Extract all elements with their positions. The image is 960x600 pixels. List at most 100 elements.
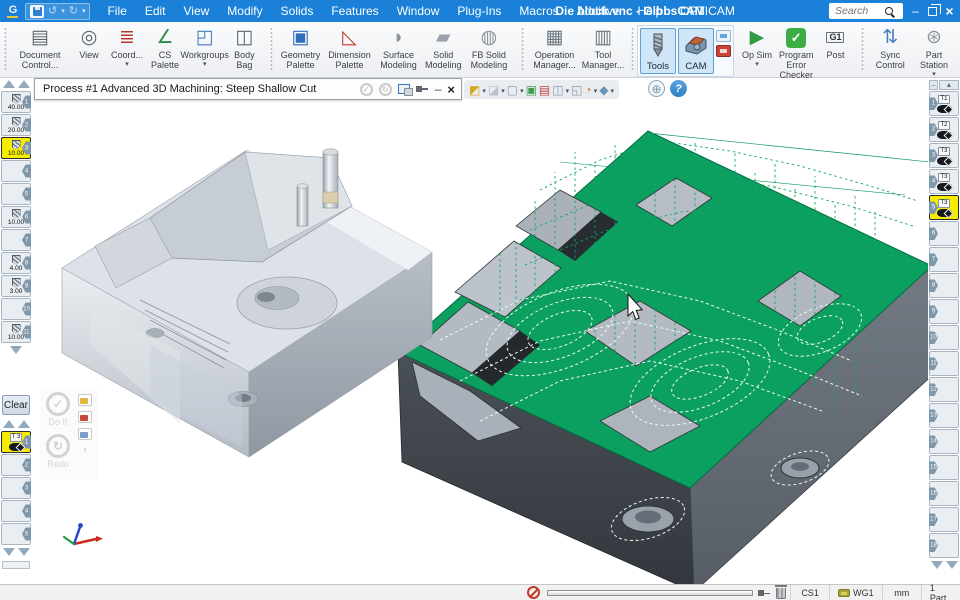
tool-tile-8[interactable]: 4.008 (1, 252, 31, 274)
color-cube-icon[interactable]: ▣ (526, 84, 537, 96)
menu-opticam[interactable]: OPTICAM (671, 0, 744, 22)
copy-red-icon[interactable] (78, 411, 92, 423)
menu-solids[interactable]: Solids (272, 0, 323, 22)
op-list-scroll-up[interactable] (0, 418, 32, 431)
view-button[interactable]: ◎View (70, 24, 108, 60)
operation-tile-4[interactable]: 4 (1, 500, 31, 522)
tool-tile-4[interactable]: 4 (1, 160, 31, 182)
tool-tile-6[interactable]: 10.006 (1, 206, 31, 228)
operation-tile-6[interactable]: 6 (929, 221, 959, 246)
split-view-icon[interactable]: ◫ (552, 84, 563, 96)
status-field-mm[interactable]: mm (882, 585, 921, 600)
operation-tile-13[interactable]: 13 (929, 403, 959, 428)
menu-plug-ins[interactable]: Plug-Ins (448, 0, 510, 22)
collapse-icon[interactable]: – (929, 80, 938, 90)
tool-list-scroll-down[interactable] (0, 344, 32, 357)
mini-scrollbar[interactable] (2, 561, 30, 569)
chevron-down-icon[interactable]: ▾ (482, 87, 486, 95)
search-box[interactable] (829, 3, 903, 19)
operation-tile-7[interactable]: 7 (929, 247, 959, 272)
body-bag-button[interactable]: ◫Body Bag (225, 24, 263, 70)
tool-list-scroll-up[interactable] (0, 78, 32, 91)
op-rail-scroll-down[interactable] (928, 559, 960, 572)
menu-file[interactable]: File (98, 0, 135, 22)
tool-tile-11[interactable]: 10.0011 (1, 321, 31, 343)
status-field-wg1[interactable]: WG1 (829, 585, 882, 600)
menu-features[interactable]: Features (322, 0, 387, 22)
geometry-palette-button[interactable]: ▣Geometry Palette (276, 24, 324, 70)
tool-manager-button[interactable]: ▥Tool Manager... (582, 24, 624, 70)
window-mode-icon[interactable] (398, 84, 410, 94)
close-button[interactable]: × (941, 0, 958, 22)
operation-tile-3[interactable]: T33 (929, 143, 959, 168)
status-field-1-part[interactable]: 1 Part (921, 585, 960, 600)
tool-tile-3[interactable]: 10.003 (1, 137, 31, 159)
operation-tile-15[interactable]: 15 (929, 455, 959, 480)
window-layout-icon[interactable]: ◆ (599, 84, 608, 96)
cs-palette-button[interactable]: ∠CS Palette (146, 24, 184, 70)
undo-button[interactable]: ↺ (48, 6, 57, 17)
redo-circle-icon[interactable]: ↻ (46, 434, 70, 458)
chevron-down-icon[interactable]: ▾ (594, 87, 598, 95)
operation-tile-11[interactable]: 11 (929, 351, 959, 376)
help-icon[interactable]: ? (670, 80, 687, 97)
workgroups-button[interactable]: ◰Workgroups▾ (184, 24, 225, 69)
pin-icon[interactable] (416, 85, 429, 94)
shaded-cube-view-icon[interactable]: ◩ (469, 84, 480, 96)
pie-display-icon[interactable]: ◔ (584, 84, 591, 96)
menu-macros[interactable]: Macros (510, 0, 567, 22)
minimize-button[interactable]: – (907, 0, 924, 22)
operation-tile-1[interactable]: T 31 (1, 431, 31, 453)
operation-tile-8[interactable]: 8 (929, 273, 959, 298)
document-control-button[interactable]: ▤Document Control... (10, 24, 70, 70)
cam-mini-top-icon[interactable] (716, 30, 731, 42)
dimension-palette-button[interactable]: ◺Dimension Palette (325, 24, 375, 70)
operation-tile-3[interactable]: 3 (1, 477, 31, 499)
menu-help[interactable]: Help (628, 0, 671, 22)
chevron-down-icon[interactable]: ▾ (610, 87, 614, 95)
op-list-scroll-down[interactable] (0, 546, 32, 559)
tool-tile-10[interactable]: 10 (1, 298, 31, 320)
pin-icon[interactable] (758, 589, 771, 598)
operation-tile-14[interactable]: 14 (929, 429, 959, 454)
viewport-3d[interactable] (32, 78, 928, 584)
menu-window[interactable]: Window (388, 0, 449, 22)
chevron-down-icon[interactable]: ▾ (520, 87, 524, 95)
apply-check-icon[interactable]: ✓ (360, 83, 373, 96)
operation-tile-16[interactable]: 16 (929, 481, 959, 506)
close-process-button[interactable]: × (447, 82, 455, 97)
scroll-up-icon[interactable]: ▲ (939, 80, 959, 90)
section-view-icon[interactable]: ▤ (539, 84, 550, 96)
minimize-process-button[interactable]: – (435, 82, 442, 96)
menu-view[interactable]: View (175, 0, 219, 22)
operation-tile-17[interactable]: 17 (929, 507, 959, 532)
menu-additive[interactable]: Additive (568, 0, 629, 22)
overlap-windows-icon[interactable]: ◱ (571, 84, 582, 96)
coord-button[interactable]: ≣Coord...▾ (108, 24, 146, 69)
copy-yellow-icon[interactable] (78, 394, 92, 406)
op-sim-button[interactable]: ▶Op Sim▾ (738, 24, 776, 69)
doit-check-icon[interactable]: ✓ (46, 392, 70, 416)
redo-button[interactable]: ↻ (69, 6, 78, 17)
cam-button[interactable]: CAM (678, 28, 714, 74)
tool-tile-2[interactable]: 20.002 (1, 114, 31, 136)
draft-cube-view-icon[interactable]: ◪ (488, 84, 499, 96)
op-rail-header[interactable]: –▲ (929, 80, 959, 90)
zoom-fit-icon[interactable]: ⊕ (648, 80, 665, 97)
post-button[interactable]: G1Post (816, 24, 854, 60)
wireframe-cube-view-icon[interactable]: ▢ (507, 84, 518, 96)
menu-edit[interactable]: Edit (136, 0, 175, 22)
tool-tile-1[interactable]: 40.001 (1, 91, 31, 113)
undo-chevron-down-icon[interactable]: ▾ (61, 7, 65, 15)
chevron-down-icon[interactable]: ▾ (501, 87, 505, 95)
redo-chevron-down-icon[interactable]: ▾ (82, 7, 86, 15)
status-field-cs1[interactable]: CS1 (790, 585, 829, 600)
operation-tile-18[interactable]: 18 (929, 533, 959, 558)
fb-solid-modeling-button[interactable]: ◍FB Solid Modeling (464, 24, 514, 70)
clear-button[interactable]: Clear (2, 395, 30, 415)
tool-tile-7[interactable]: 7 (1, 229, 31, 251)
operation-tile-5[interactable]: T35 (929, 195, 959, 220)
expand-arrow-icon[interactable]: › (84, 445, 87, 454)
chevron-down-icon[interactable]: ▾ (566, 87, 570, 95)
menu-modify[interactable]: Modify (218, 0, 271, 22)
